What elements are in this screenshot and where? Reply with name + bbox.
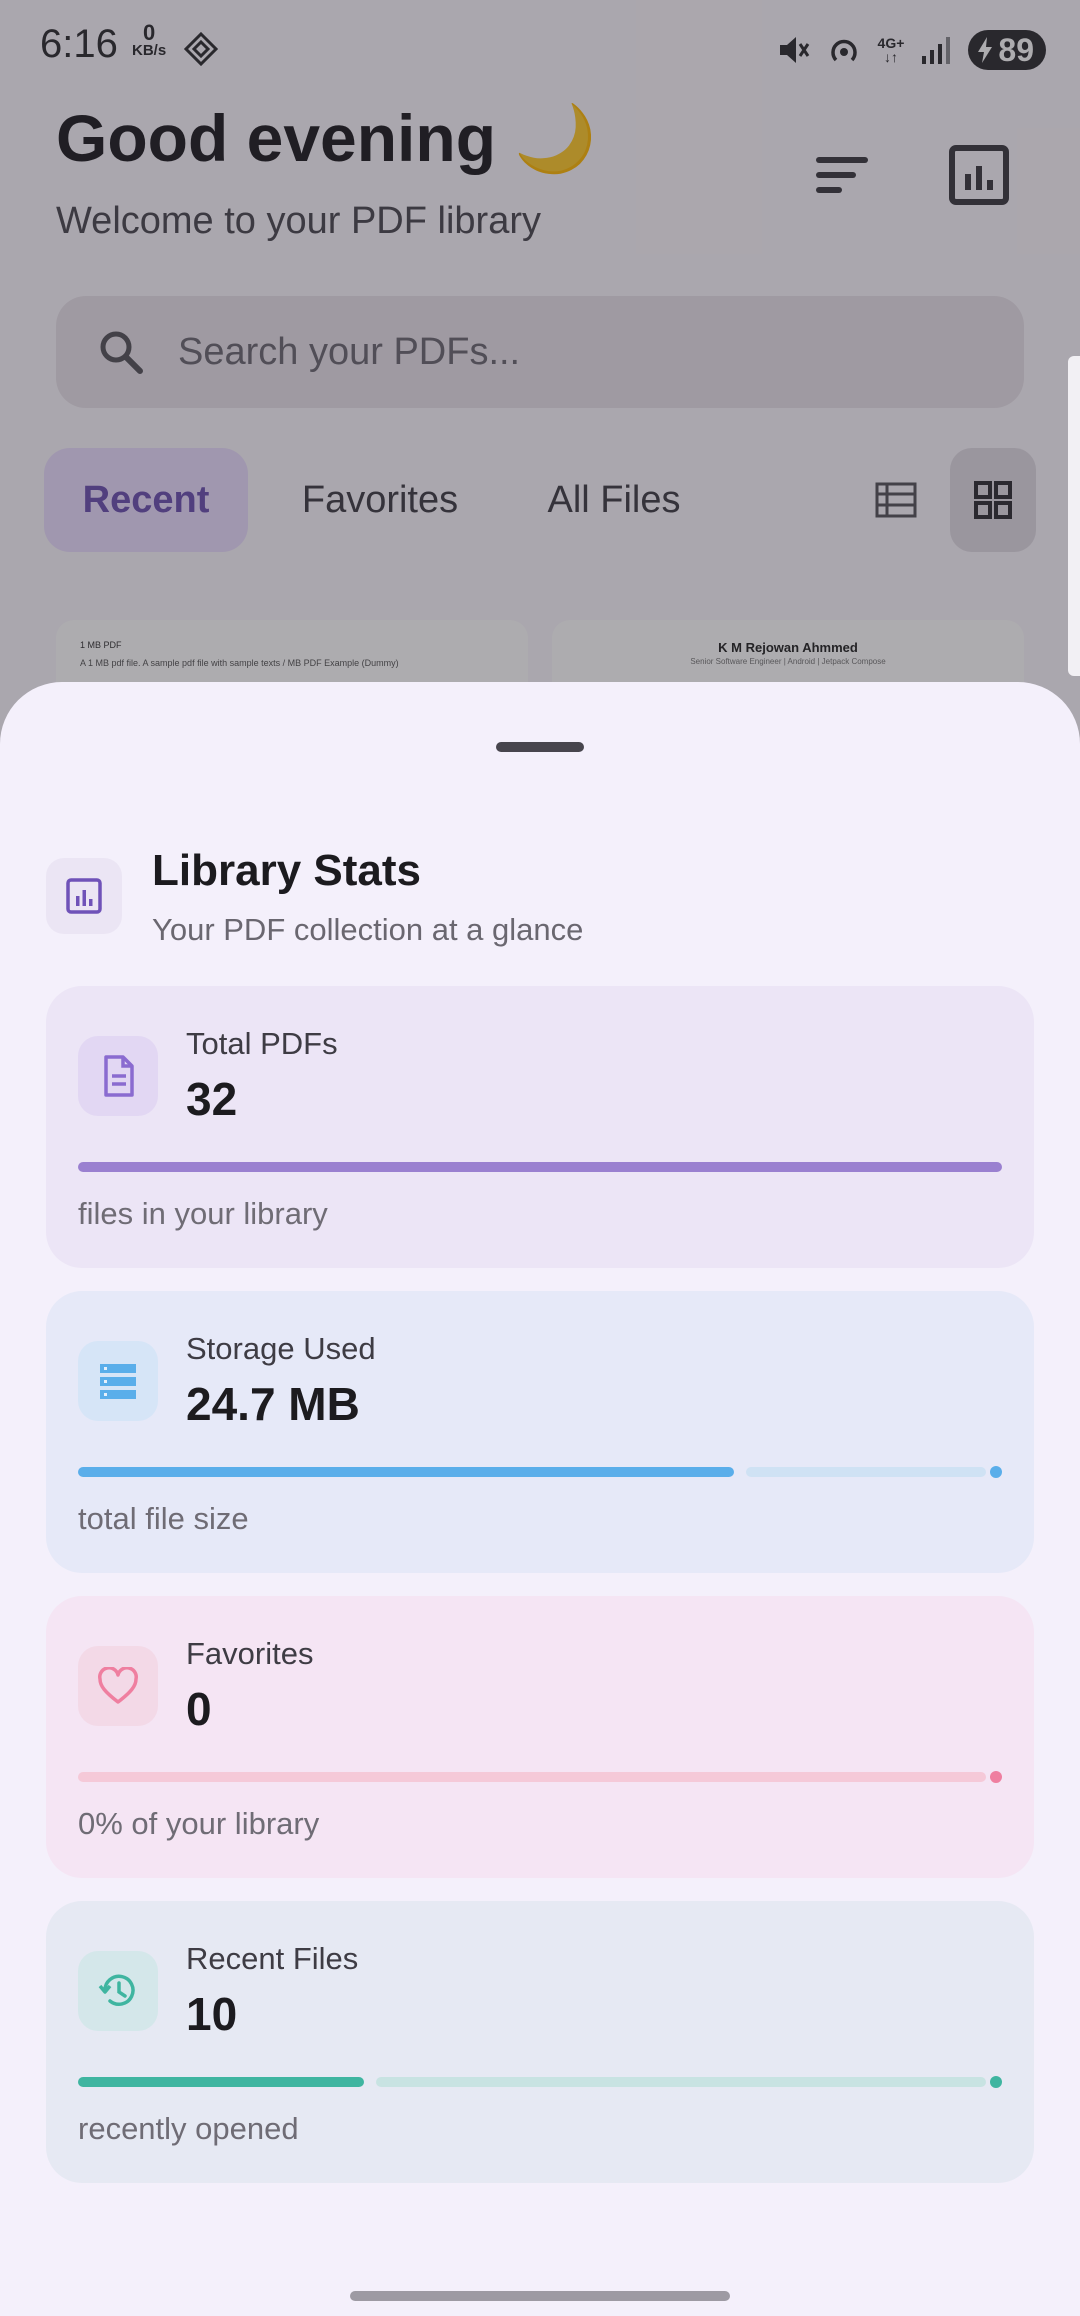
stats-icon <box>66 878 102 914</box>
stat-value: 10 <box>186 1988 238 2040</box>
stat-progress-bar <box>78 1466 1002 1478</box>
stat-icon-box <box>78 1646 158 1726</box>
scrollbar[interactable] <box>1068 356 1080 676</box>
sheet-title: Library Stats <box>152 846 421 895</box>
progress-remaining <box>376 2077 986 2087</box>
progress-end-dot <box>990 1771 1002 1783</box>
gesture-nav-bar[interactable] <box>350 2291 730 2301</box>
stat-card-recent-files: Recent Files 10 recently opened <box>46 1901 1034 2183</box>
stat-label: Total PDFs <box>186 1026 338 1061</box>
stat-label: Recent Files <box>186 1941 359 1976</box>
stat-description: total file size <box>78 1501 249 1536</box>
stat-value: 32 <box>186 1073 238 1125</box>
progress-fill <box>78 2077 364 2087</box>
stat-progress-bar <box>78 1162 1002 1172</box>
stat-value: 24.7 MB <box>186 1378 360 1430</box>
stat-icon-box <box>78 1951 158 2031</box>
stat-card-favorites: Favorites 0 0% of your library <box>46 1596 1034 1878</box>
stat-value: 0 <box>186 1683 212 1735</box>
stats-header-icon-box <box>46 858 122 934</box>
stat-description: 0% of your library <box>78 1806 320 1841</box>
stat-description: recently opened <box>78 2111 299 2146</box>
sheet-subtitle: Your PDF collection at a glance <box>152 912 584 947</box>
stat-card-storage-used: Storage Used 24.7 MB total file size <box>46 1291 1034 1573</box>
progress-fill <box>78 1467 734 1477</box>
stat-progress-bar <box>78 2076 1002 2088</box>
document-icon <box>104 1055 134 1097</box>
stat-icon-box <box>78 1341 158 1421</box>
stat-card-total-pdfs: Total PDFs 32 files in your library <box>46 986 1034 1268</box>
progress-end-dot <box>990 1466 1002 1478</box>
drag-handle[interactable] <box>496 742 584 752</box>
progress-end-dot <box>990 2076 1002 2088</box>
progress-remaining <box>78 1772 986 1782</box>
progress-fill <box>78 1162 1002 1172</box>
stat-description: files in your library <box>78 1196 328 1231</box>
history-icon <box>98 1974 135 2006</box>
stat-label: Favorites <box>186 1636 314 1671</box>
stat-progress-bar <box>78 1771 1002 1783</box>
storage-icon <box>100 1364 136 1399</box>
stat-icon-box <box>78 1036 158 1116</box>
heart-icon <box>98 1667 138 1704</box>
library-stats-sheet: Library Stats Your PDF collection at a g… <box>0 682 1080 2316</box>
progress-remaining <box>746 1467 986 1477</box>
stat-label: Storage Used <box>186 1331 376 1366</box>
